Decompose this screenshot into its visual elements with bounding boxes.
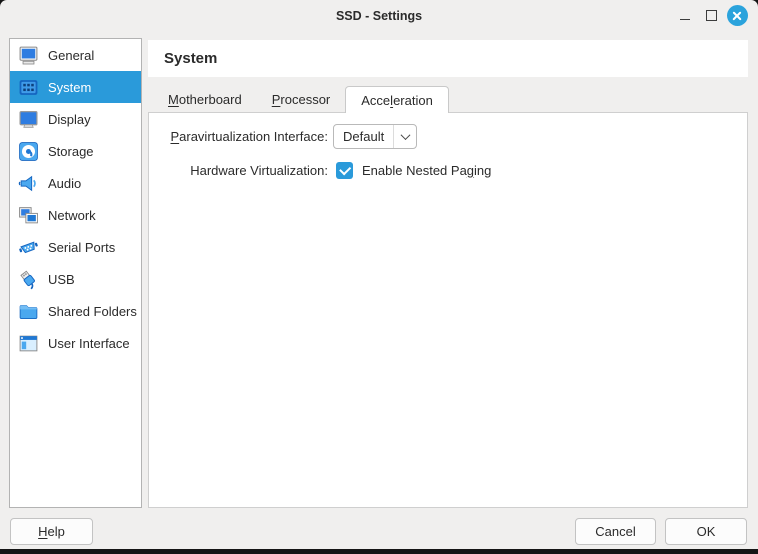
serial-connector-icon	[17, 236, 39, 258]
close-button[interactable]	[724, 0, 750, 31]
sidebar-item-label: Storage	[48, 144, 94, 159]
sidebar-item-label: User Interface	[48, 336, 130, 351]
sidebar-item-label: Shared Folders	[48, 304, 137, 319]
sidebar-item-label: Audio	[48, 176, 81, 191]
paravirtualization-label: Paravirtualization Interface:	[149, 129, 328, 144]
help-button-label: Help	[38, 524, 65, 539]
tab-label: Processor	[272, 92, 331, 107]
settings-category-sidebar: General System Display Storage Audio	[9, 38, 142, 508]
minimize-button[interactable]	[672, 0, 698, 31]
sidebar-item-general[interactable]: General	[10, 39, 141, 71]
sidebar-item-label: Display	[48, 112, 91, 127]
window-title: SSD - Settings	[336, 9, 422, 23]
display-monitor-icon	[17, 108, 39, 130]
help-button[interactable]: Help	[10, 518, 93, 545]
user-interface-icon	[17, 332, 39, 354]
sidebar-item-label: General	[48, 48, 94, 63]
sidebar-item-serial-ports[interactable]: Serial Ports	[10, 231, 141, 263]
nested-paging-checkbox-label[interactable]: Enable Nested Paging	[362, 163, 491, 178]
maximize-button[interactable]	[698, 0, 724, 31]
sidebar-item-usb[interactable]: USB	[10, 263, 141, 295]
titlebar: SSD - Settings	[0, 0, 758, 31]
general-monitor-icon	[17, 44, 39, 66]
acceleration-form: Paravirtualization Interface: Default Ha…	[149, 124, 747, 191]
acceleration-tab-panel: Paravirtualization Interface: Default Ha…	[148, 112, 748, 508]
ok-button[interactable]: OK	[665, 518, 747, 545]
hardware-virtualization-label: Hardware Virtualization:	[149, 163, 328, 178]
sidebar-item-audio[interactable]: Audio	[10, 167, 141, 199]
nested-paging-checkbox[interactable]	[336, 162, 353, 179]
window-controls	[672, 0, 750, 31]
system-chip-icon	[17, 76, 39, 98]
page-header: System	[148, 40, 748, 77]
tab-acceleration[interactable]: Acceleration	[345, 86, 449, 113]
network-screens-icon	[17, 204, 39, 226]
paravirtualization-row: Paravirtualization Interface: Default	[149, 124, 747, 149]
page-title: System	[164, 50, 217, 67]
sidebar-item-shared-folders[interactable]: Shared Folders	[10, 295, 141, 327]
sidebar-item-network[interactable]: Network	[10, 199, 141, 231]
sidebar-item-label: System	[48, 80, 91, 95]
sidebar-item-storage[interactable]: Storage	[10, 135, 141, 167]
shared-folder-icon	[17, 300, 39, 322]
minimize-icon	[680, 19, 690, 20]
settings-window: SSD - Settings General System	[0, 0, 758, 549]
sidebar-item-display[interactable]: Display	[10, 103, 141, 135]
usb-plug-icon	[17, 268, 39, 290]
cancel-button[interactable]: Cancel	[575, 518, 656, 545]
sidebar-item-label: Serial Ports	[48, 240, 115, 255]
paravirtualization-select[interactable]: Default	[333, 124, 417, 149]
sidebar-item-label: Network	[48, 208, 96, 223]
hardware-virtualization-row: Hardware Virtualization: Enable Nested P…	[149, 158, 747, 182]
tab-motherboard[interactable]: Motherboard	[153, 86, 257, 113]
audio-speaker-icon	[17, 172, 39, 194]
maximize-icon	[706, 10, 717, 21]
tab-label: Motherboard	[168, 92, 242, 107]
chevron-down-icon	[394, 133, 416, 140]
system-tabs: Motherboard Processor Acceleration	[153, 86, 449, 113]
storage-disk-icon	[17, 140, 39, 162]
sidebar-item-user-interface[interactable]: User Interface	[10, 327, 141, 359]
tab-label: Acceleration	[361, 93, 433, 108]
tab-processor[interactable]: Processor	[257, 86, 346, 113]
close-icon	[727, 5, 748, 26]
sidebar-item-label: USB	[48, 272, 75, 287]
sidebar-item-system[interactable]: System	[10, 71, 141, 103]
paravirtualization-selected-value: Default	[334, 129, 393, 144]
